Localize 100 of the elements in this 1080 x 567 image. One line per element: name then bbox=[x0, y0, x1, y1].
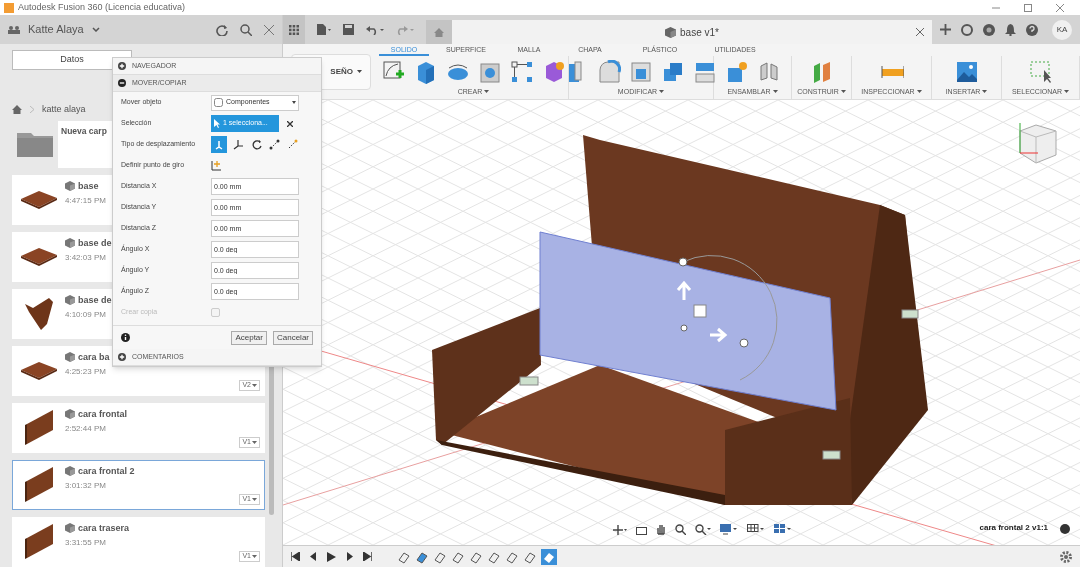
cube-icon bbox=[65, 238, 75, 249]
cube-icon bbox=[65, 295, 75, 306]
design-time: 4:10:09 PM bbox=[65, 309, 107, 321]
design-time: 4:25:23 PM bbox=[65, 366, 107, 378]
joint-marker-icon bbox=[822, 450, 841, 460]
split-body-icon[interactable] bbox=[693, 60, 717, 84]
design-thumbnail bbox=[21, 247, 57, 266]
undo-icon[interactable] bbox=[366, 24, 384, 35]
design-time: 3:01:32 PM bbox=[65, 480, 107, 492]
user-avatar[interactable]: KA bbox=[1052, 19, 1072, 40]
grid-icon[interactable] bbox=[747, 524, 765, 535]
step-forward-icon[interactable] bbox=[345, 552, 354, 561]
timeline-feature-icon[interactable] bbox=[541, 548, 557, 565]
window-title: Autodesk Fusion 360 (Licencia educativa) bbox=[18, 0, 186, 14]
caret-down-icon bbox=[916, 90, 922, 94]
design-name: cara trasera bbox=[78, 521, 130, 535]
cursor-icon bbox=[214, 119, 220, 128]
caret-down-icon bbox=[1064, 90, 1070, 94]
design-name: cara frontal bbox=[78, 407, 128, 421]
skip-back-icon[interactable] bbox=[291, 552, 300, 561]
step-back-icon[interactable] bbox=[309, 552, 318, 561]
design-name: base de bbox=[78, 293, 112, 307]
hole-icon[interactable] bbox=[477, 60, 502, 84]
design-thumbnail bbox=[25, 524, 53, 559]
design-time: 2:52:44 PM bbox=[65, 423, 107, 435]
help-icon[interactable] bbox=[1026, 23, 1038, 36]
user-name[interactable]: Katte Alaya bbox=[28, 21, 84, 38]
component-label: cara frontal 2 v1:1 bbox=[979, 522, 1048, 534]
maximize-icon[interactable] bbox=[1024, 3, 1032, 12]
select-icon[interactable] bbox=[1028, 60, 1053, 84]
data-tab[interactable]: Datos bbox=[12, 50, 132, 70]
save-icon[interactable] bbox=[343, 24, 354, 35]
free-move-button[interactable] bbox=[211, 136, 227, 153]
design-time: 3:31:55 PM bbox=[65, 537, 107, 549]
expand-icon[interactable] bbox=[118, 62, 126, 70]
design-time: 3:42:03 PM bbox=[65, 252, 107, 264]
pivot-icon[interactable] bbox=[211, 160, 222, 171]
close-icon[interactable] bbox=[1056, 3, 1064, 12]
point-to-point-icon[interactable] bbox=[269, 139, 281, 150]
combine-icon[interactable] bbox=[661, 60, 685, 84]
close-icon[interactable] bbox=[264, 24, 274, 35]
design-thumbnail bbox=[21, 190, 57, 209]
design-name: base bbox=[78, 179, 99, 193]
orbit-icon[interactable] bbox=[613, 524, 627, 535]
caret-down-icon bbox=[484, 90, 490, 94]
cube-icon bbox=[65, 523, 75, 534]
document-tab[interactable]: base v1* bbox=[452, 20, 932, 44]
refresh-icon[interactable] bbox=[216, 23, 228, 36]
plus-icon[interactable] bbox=[940, 24, 951, 35]
rotate-icon[interactable] bbox=[251, 139, 263, 150]
zoom-icon[interactable] bbox=[675, 524, 686, 535]
info-icon[interactable] bbox=[121, 333, 130, 342]
joint-marker-icon bbox=[901, 309, 919, 319]
cube-icon bbox=[65, 181, 75, 192]
collapse-icon[interactable] bbox=[118, 79, 126, 87]
ok-button[interactable]: Aceptar bbox=[231, 330, 267, 345]
search-icon[interactable] bbox=[240, 23, 252, 36]
caret-down-icon bbox=[252, 383, 257, 387]
people-icon bbox=[8, 25, 20, 34]
caret-down-icon bbox=[252, 440, 257, 444]
app-grid-icon[interactable] bbox=[289, 24, 299, 35]
breadcrumb-link[interactable]: katte alaya bbox=[42, 103, 86, 117]
folder-name: Nueva carp bbox=[61, 124, 107, 138]
chevron-right-icon bbox=[30, 106, 34, 114]
look-at-icon[interactable] bbox=[636, 524, 647, 535]
cube-icon bbox=[665, 26, 677, 38]
cube-icon bbox=[65, 409, 75, 420]
translate-icon[interactable] bbox=[233, 139, 245, 150]
play-icon[interactable] bbox=[327, 551, 336, 562]
design-name: cara frontal 2 bbox=[78, 464, 135, 478]
cancel-button[interactable]: Cancelar bbox=[273, 330, 313, 345]
skip-forward-icon[interactable] bbox=[363, 552, 372, 561]
cube-icon bbox=[65, 352, 75, 363]
folder-icon bbox=[17, 131, 53, 157]
bell-icon[interactable] bbox=[1005, 23, 1016, 36]
home-icon[interactable] bbox=[12, 105, 22, 115]
image-icon[interactable] bbox=[954, 60, 979, 84]
viewports-icon[interactable] bbox=[774, 524, 792, 535]
design-thumbnail bbox=[25, 410, 53, 445]
display-settings-icon[interactable] bbox=[720, 524, 738, 535]
zoom-window-icon[interactable] bbox=[695, 524, 711, 535]
chevron-down-icon[interactable] bbox=[91, 27, 100, 32]
point-to-position-icon[interactable] bbox=[287, 139, 299, 150]
expand-icon[interactable] bbox=[118, 353, 126, 361]
settings-icon[interactable] bbox=[1060, 550, 1072, 563]
pattern-icon[interactable] bbox=[509, 60, 534, 84]
shell-icon[interactable] bbox=[629, 60, 653, 84]
caret-down-icon bbox=[252, 497, 257, 501]
caret-down-icon bbox=[772, 90, 778, 94]
caret-down-icon bbox=[659, 90, 665, 94]
caret-down-icon bbox=[357, 70, 362, 73]
home-icon bbox=[434, 27, 444, 37]
clear-selection-icon[interactable] bbox=[287, 120, 293, 127]
design-name: base de bbox=[78, 236, 112, 250]
file-icon[interactable] bbox=[317, 24, 331, 35]
caret-down-icon bbox=[252, 554, 257, 558]
pan-hand-icon[interactable] bbox=[656, 524, 666, 535]
design-thumbnail bbox=[25, 467, 53, 502]
close-icon[interactable] bbox=[916, 28, 924, 36]
fillet-icon[interactable] bbox=[597, 60, 621, 84]
